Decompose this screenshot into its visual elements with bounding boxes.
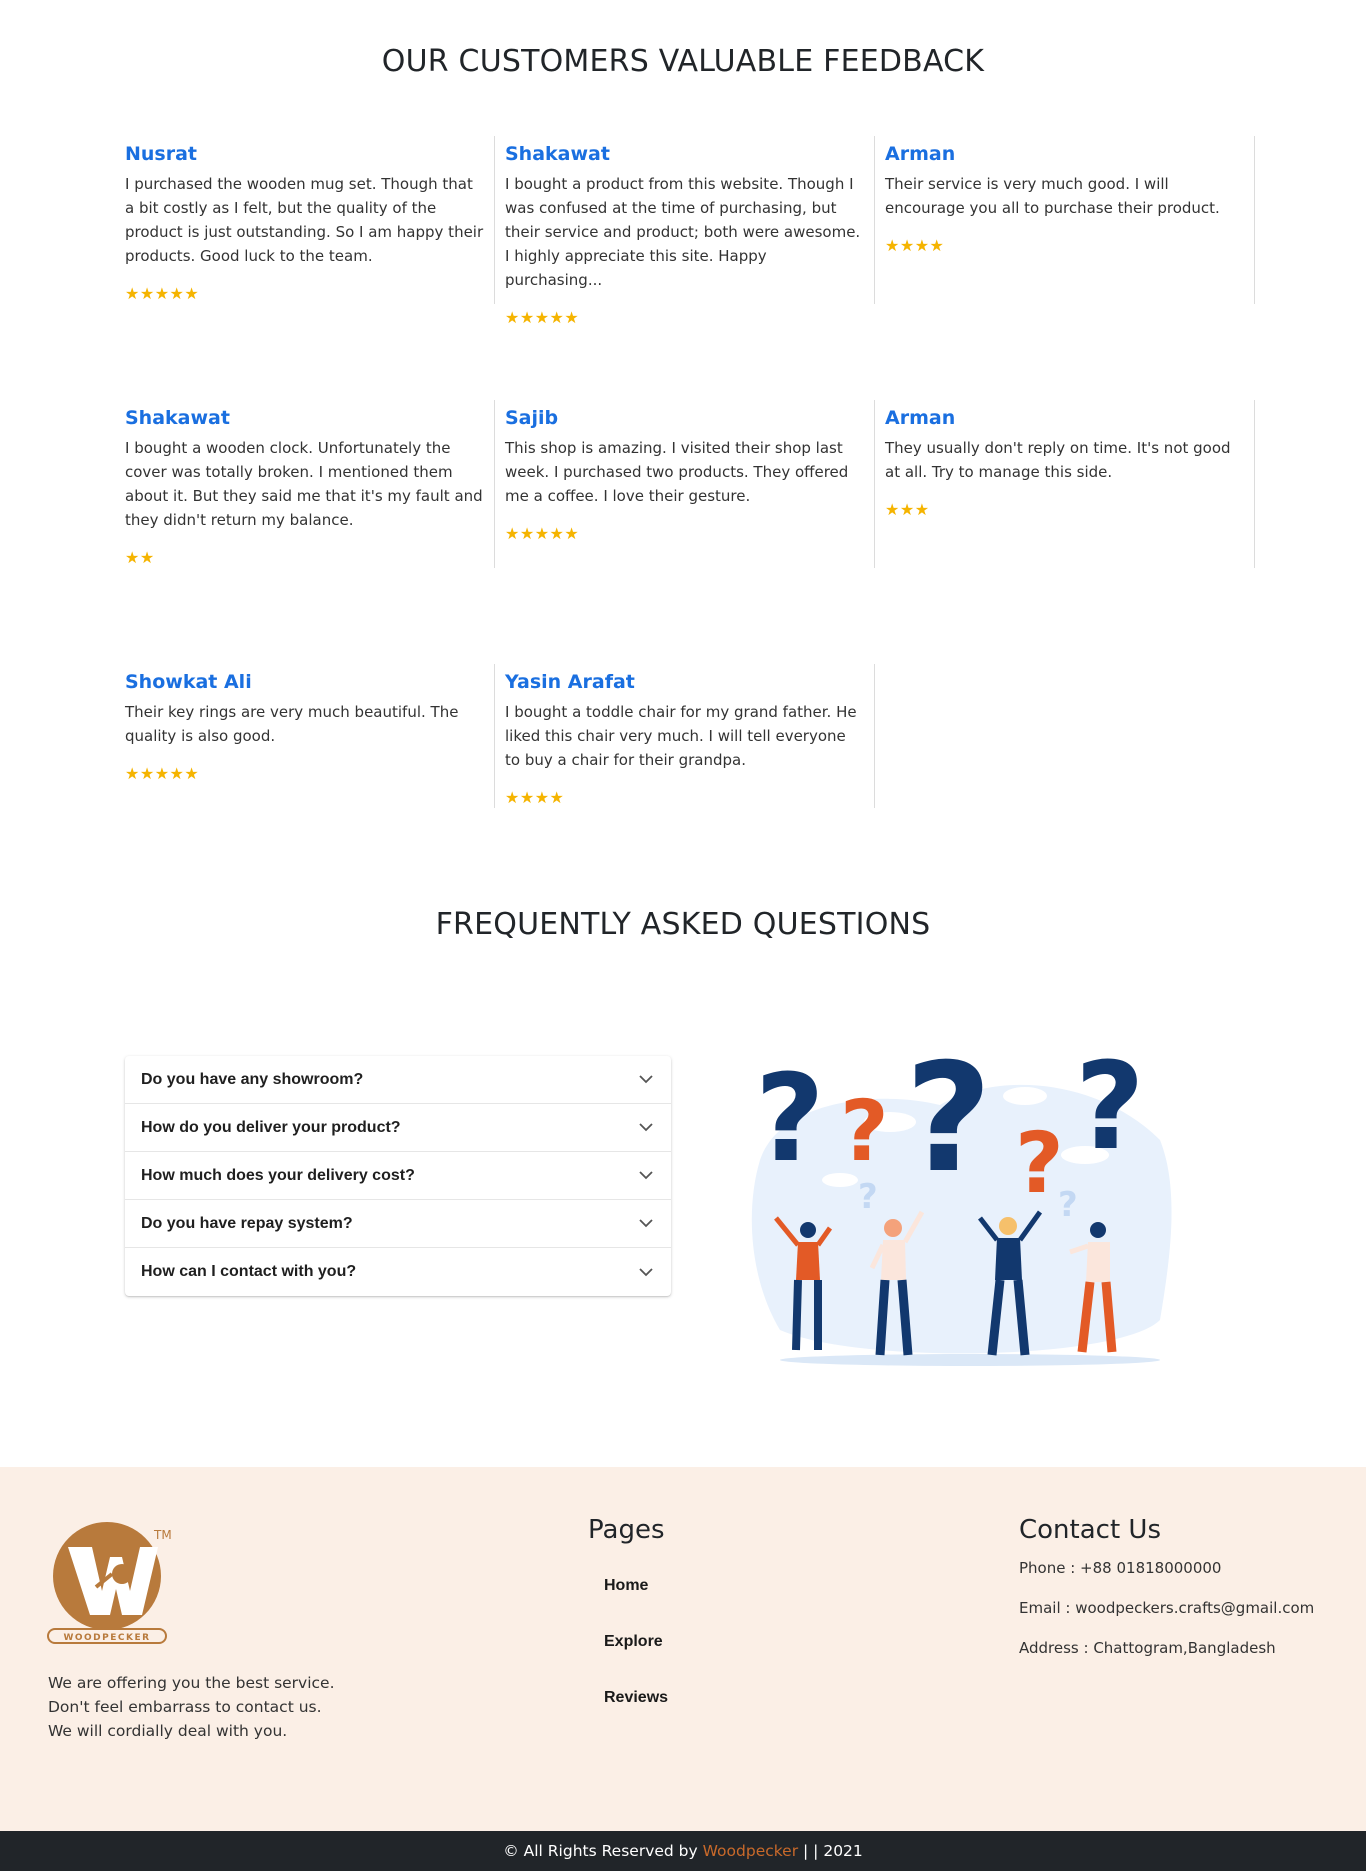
footer-tagline: We are offering you the best service. Do… (48, 1671, 335, 1743)
faq-question: Do you have repay system? (141, 1214, 353, 1232)
copyright-brand-link[interactable]: Woodpecker (703, 1842, 798, 1860)
reviewer-name: Sajib (505, 407, 559, 429)
review-card: Shakawat I bought a wooden clock. Unfort… (115, 400, 495, 568)
faq-accordion: Do you have any showroom? How do you del… (125, 1056, 671, 1296)
faq-item-repay[interactable]: Do you have repay system? (125, 1200, 671, 1248)
faq-question: How can I contact with you? (141, 1263, 357, 1280)
rating-stars: ★★★★★ (125, 284, 200, 303)
trademark-label: TM (153, 1528, 172, 1542)
faq-item-contact[interactable]: How can I contact with you? (125, 1248, 671, 1296)
contact-email: Email : woodpeckers.crafts@gmail.com (1019, 1599, 1315, 1617)
tagline-line: Don't feel embarrass to contact us. (48, 1698, 322, 1716)
footer-link-explore[interactable]: Explore (604, 1633, 663, 1651)
review-text: They usually don't reply on time. It's n… (885, 439, 1231, 481)
rating-stars: ★★★★★ (125, 764, 200, 783)
woodpecker-logo-icon[interactable]: TM WOODPECKER (46, 1519, 176, 1644)
review-card: Yasin Arafat I bought a toddle chair for… (495, 664, 875, 808)
chevron-down-icon[interactable] (637, 1263, 655, 1281)
question-marks-illustration: ? ? ? ? ? ? ? (740, 1030, 1190, 1375)
footer-link-home[interactable]: Home (604, 1577, 648, 1595)
reviewer-name: Nusrat (125, 143, 198, 165)
faq-item-delivery-cost[interactable]: How much does your delivery cost? (125, 1152, 671, 1200)
reviews-section-title: OUR CUSTOMERS VALUABLE FEEDBACK (381, 44, 985, 79)
review-text: This shop is amazing. I visited their sh… (505, 439, 849, 505)
footer-link-reviews[interactable]: Reviews (604, 1689, 668, 1707)
copyright-suffix: | | 2021 (803, 1842, 863, 1860)
reviewer-name: Shakawat (125, 407, 230, 429)
faq-question: How do you deliver your product? (141, 1118, 401, 1136)
review-text: Their key rings are very much beautiful.… (125, 703, 459, 745)
reviewer-name: Yasin Arafat (505, 671, 635, 693)
svg-text:?: ? (1015, 1114, 1064, 1212)
pages-heading: Pages (588, 1515, 665, 1545)
rating-stars: ★★★ (885, 500, 930, 519)
contact-phone: Phone : +88 01818000000 (1019, 1559, 1222, 1577)
review-card: Arman Their service is very much good. I… (875, 136, 1255, 304)
faq-item-delivery[interactable]: How do you deliver your product? (125, 1104, 671, 1152)
reviewer-name: Showkat Ali (125, 671, 252, 693)
svg-text:?: ? (1058, 1185, 1078, 1225)
faq-question: How much does your delivery cost? (141, 1166, 415, 1184)
chevron-down-icon[interactable] (637, 1215, 655, 1233)
reviewer-name: Arman (885, 143, 956, 165)
svg-text:?: ? (1075, 1038, 1145, 1177)
chevron-down-icon[interactable] (637, 1167, 655, 1185)
chevron-down-icon[interactable] (637, 1119, 655, 1137)
rating-stars: ★★★★ (885, 236, 945, 255)
tagline-line: We will cordially deal with you. (48, 1722, 288, 1740)
faq-section-title: FREQUENTLY ASKED QUESTIONS (435, 907, 931, 942)
copyright-bar: © All Rights Reserved by Woodpecker | | … (0, 1831, 1366, 1871)
svg-text:?: ? (905, 1032, 992, 1206)
review-text: I bought a toddle chair for my grand fat… (505, 703, 857, 769)
rating-stars: ★★★★★ (505, 524, 580, 543)
rating-stars: ★★ (125, 548, 155, 567)
chevron-down-icon[interactable] (637, 1071, 655, 1089)
copyright-prefix: © All Rights Reserved by (503, 1842, 698, 1860)
review-card: Showkat Ali Their key rings are very muc… (115, 664, 495, 808)
review-text: Their service is very much good. I will … (885, 175, 1220, 217)
review-text: I purchased the wooden mug set. Though t… (125, 175, 484, 265)
tagline-line: We are offering you the best service. (48, 1674, 335, 1692)
review-card: Nusrat I purchased the wooden mug set. T… (115, 136, 495, 304)
rating-stars: ★★★★★ (505, 308, 580, 327)
faq-question: Do you have any showroom? (141, 1070, 364, 1088)
review-card: Sajib This shop is amazing. I visited th… (495, 400, 875, 568)
logo-brand-text: WOODPECKER (63, 1633, 150, 1643)
faq-item-showroom[interactable]: Do you have any showroom? (125, 1056, 671, 1104)
review-card: Shakawat I bought a product from this we… (495, 136, 875, 327)
rating-stars: ★★★★ (505, 788, 565, 807)
svg-text:?: ? (755, 1050, 825, 1189)
contact-address: Address : Chattogram,Bangladesh (1019, 1639, 1276, 1657)
review-text: I bought a wooden clock. Unfortunately t… (125, 439, 483, 529)
svg-text:?: ? (840, 1082, 889, 1180)
review-card: Arman They usually don't reply on time. … (875, 400, 1255, 568)
site-footer: TM WOODPECKER We are offering you the be… (0, 1467, 1366, 1831)
reviewer-name: Arman (885, 407, 956, 429)
reviewer-name: Shakawat (505, 143, 610, 165)
review-text: I bought a product from this website. Th… (505, 175, 861, 289)
svg-text:?: ? (858, 1177, 878, 1217)
contact-heading: Contact Us (1019, 1515, 1161, 1545)
